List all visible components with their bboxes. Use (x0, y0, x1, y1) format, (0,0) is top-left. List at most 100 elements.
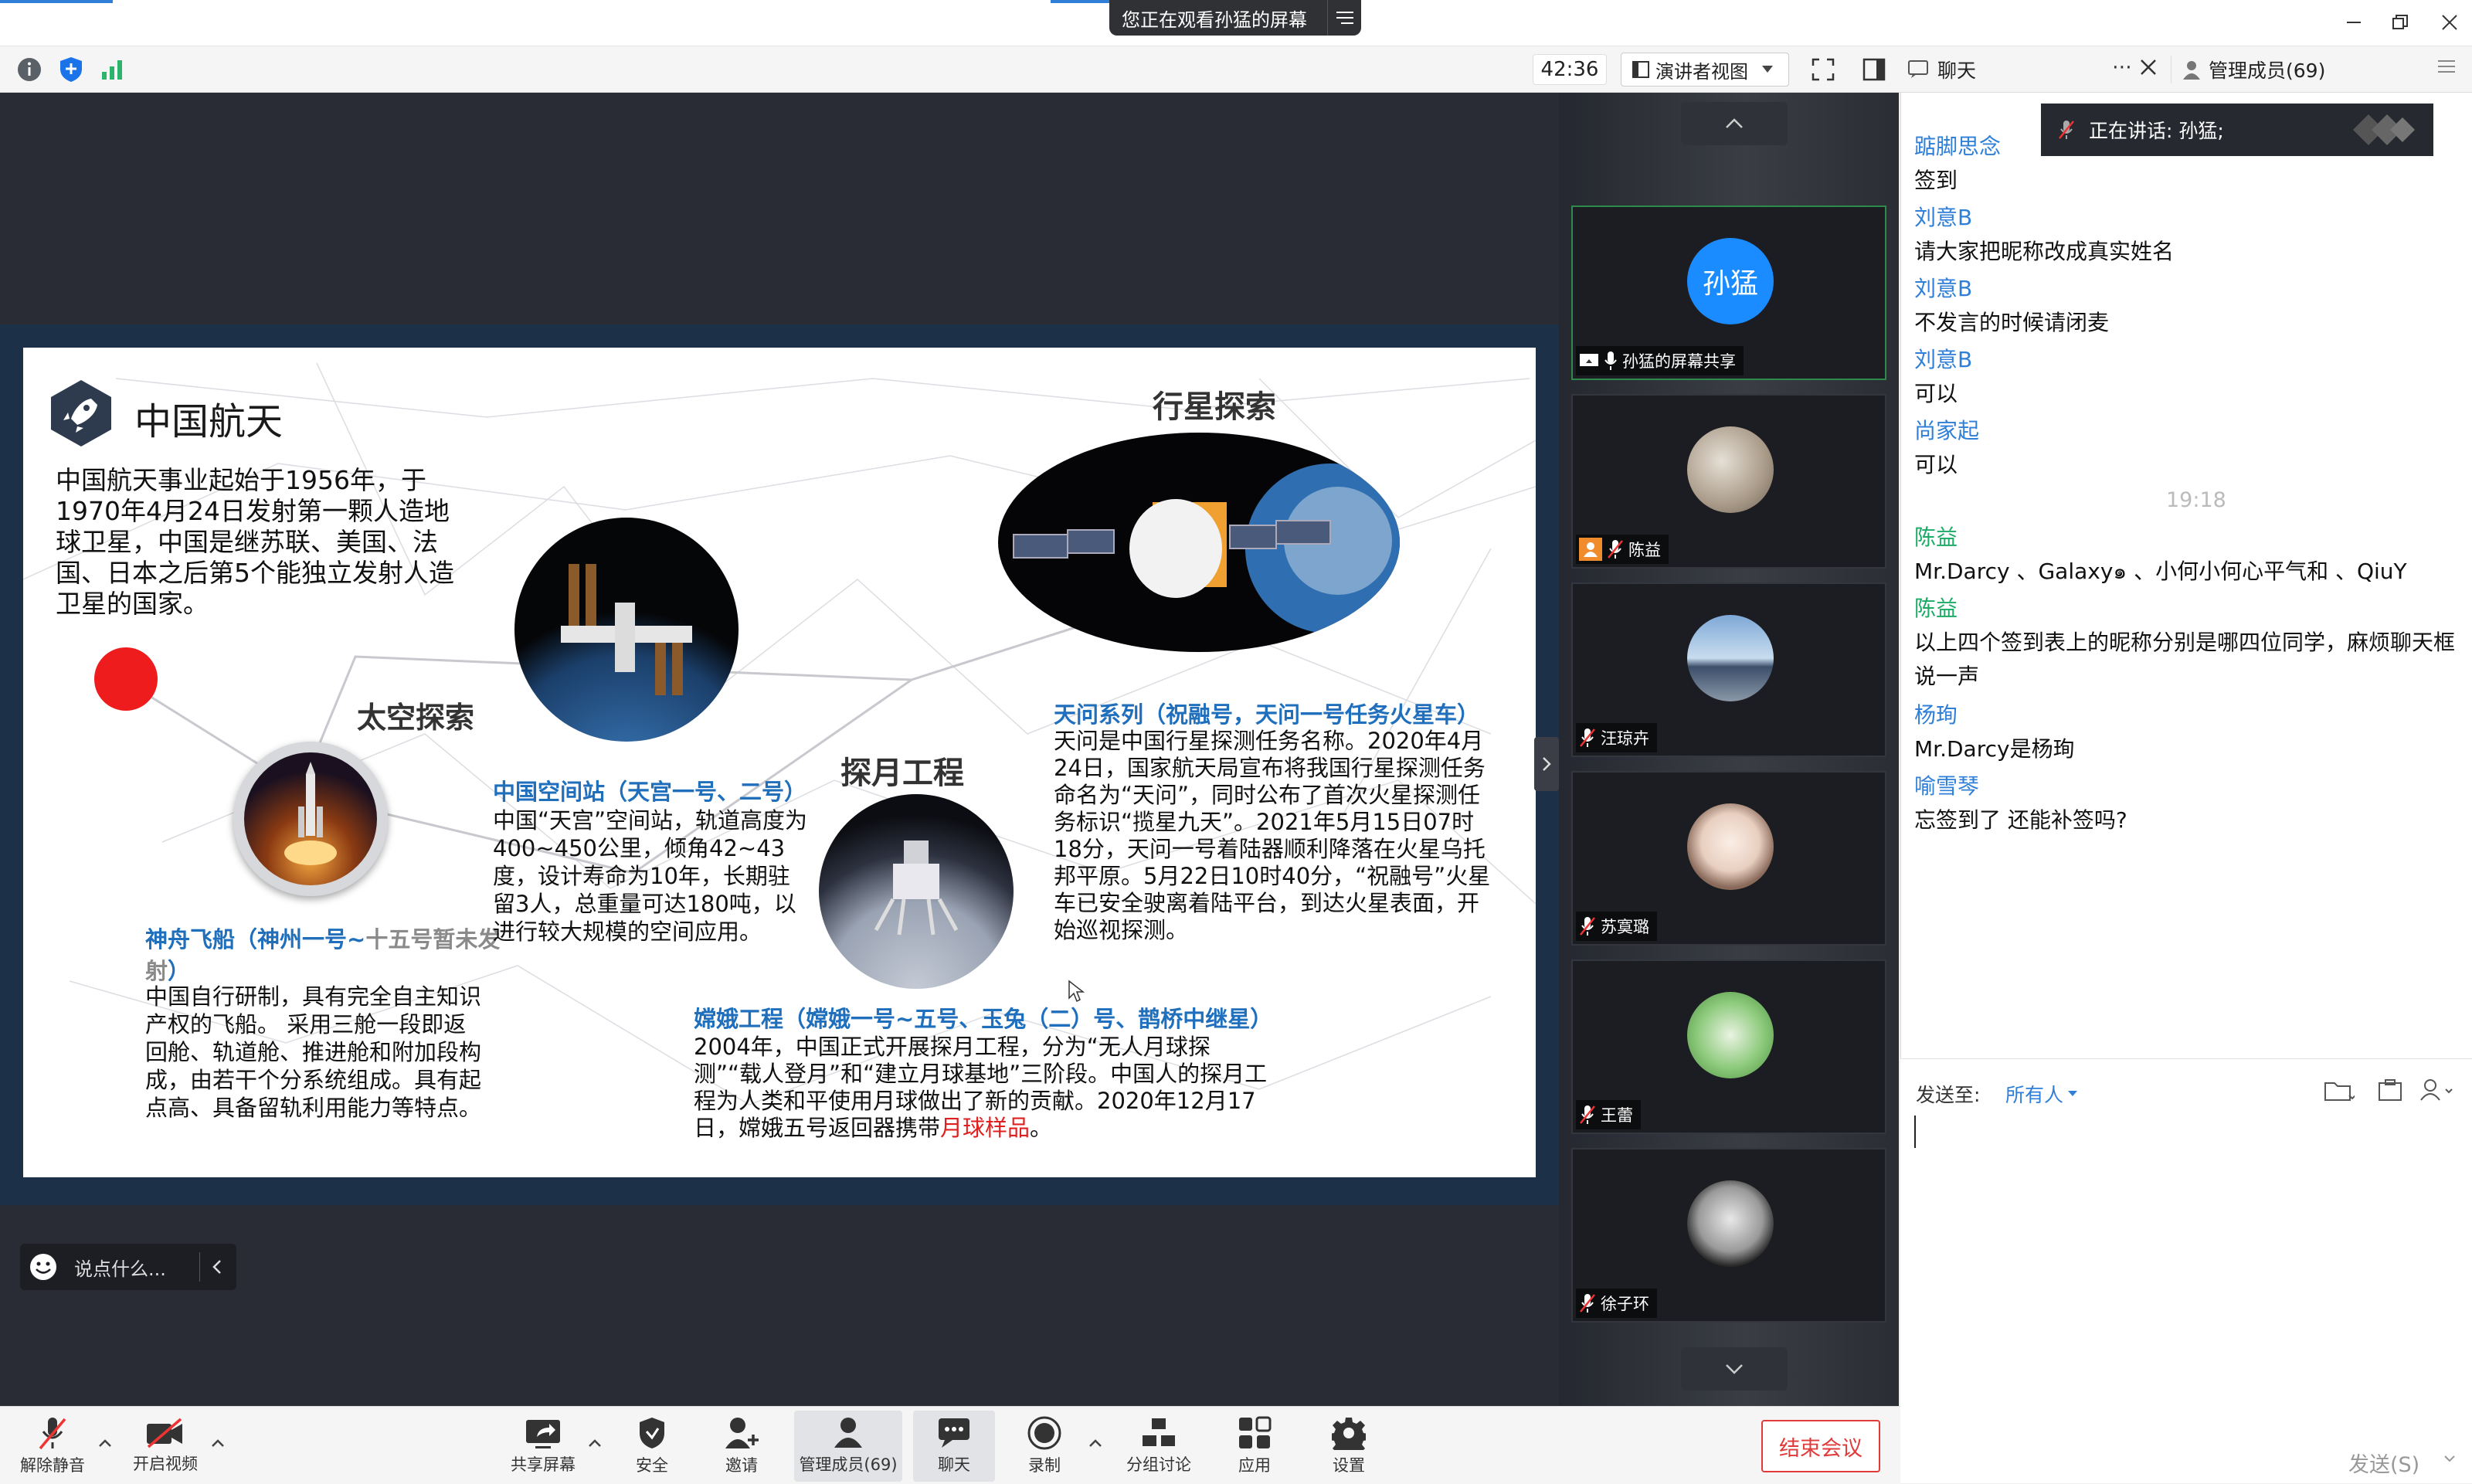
close-icon[interactable] (2432, 5, 2467, 40)
info-icon[interactable] (15, 56, 43, 83)
invite-button[interactable]: 邀请 (711, 1411, 772, 1482)
participant-tile[interactable]: 徐子环 (1571, 1148, 1886, 1323)
apps-button[interactable]: 应用 (1224, 1411, 1285, 1482)
sidebar-toggle-icon[interactable] (1860, 56, 1888, 83)
screen-share-icon (1579, 352, 1599, 369)
title-accent (0, 0, 113, 3)
avatar (1687, 992, 1774, 1078)
caret-up-icon[interactable] (1086, 1434, 1105, 1452)
shenzhou-title-end: ） (168, 958, 191, 984)
screenshot-icon[interactable] (2378, 1078, 2402, 1102)
tab-members-label: 管理成员(69) (2209, 59, 2326, 82)
station-body: 中国“天宫”空间站，轨道高度为400~450公里，倾角42~43度，设计寿命为1… (493, 807, 808, 945)
end-meeting-button[interactable]: 结束会议 (1761, 1420, 1880, 1472)
manage-members-button[interactable]: 管理成员(69) (794, 1411, 902, 1482)
rocket-logo-icon (46, 379, 116, 448)
share-banner[interactable]: 您正在观看孙猛的屏幕 (1109, 0, 1361, 36)
station-title: 中国空间站（天宫一号、二号） (493, 779, 807, 805)
space-station-image (514, 518, 739, 742)
chevron-down-icon[interactable] (1681, 1347, 1788, 1391)
person-settings-icon[interactable] (2419, 1078, 2457, 1102)
video-chat-input[interactable]: 说点什么... (20, 1244, 236, 1290)
share-banner-text: 您正在观看孙猛的屏幕 (1122, 8, 1307, 31)
participant-tile[interactable]: 王蕾 (1571, 959, 1886, 1134)
breakout-button[interactable]: 分组讨论 (1119, 1411, 1199, 1482)
red-dot (94, 647, 158, 711)
chat-sender: 刘意B (1914, 205, 1973, 230)
participant-tile[interactable]: 汪琼卉 (1571, 582, 1886, 757)
record-button[interactable]: 录制 (1014, 1411, 1075, 1482)
chat-message: 不发言的时候请闭麦 (1914, 310, 2110, 335)
chat-sender: 陈益 (1914, 596, 1958, 621)
share-screen-button[interactable]: 共享屏幕 (501, 1411, 586, 1482)
send-options-caret[interactable] (2444, 1455, 2455, 1463)
signal-icon[interactable] (99, 56, 127, 83)
members-icon (831, 1417, 865, 1449)
emoji-icon[interactable] (29, 1253, 57, 1281)
caret-up-icon[interactable] (209, 1434, 227, 1452)
moon-lander-image (819, 794, 1014, 989)
chat-input-placeholder[interactable]: 说点什么... (74, 1254, 182, 1281)
menu-icon[interactable] (1327, 0, 1361, 36)
chat-compose-area[interactable] (1900, 1058, 2472, 1483)
chat-sender: 陈益 (1914, 525, 1958, 550)
start-video-button[interactable]: 开启视频 (124, 1411, 207, 1482)
send-button[interactable]: 发送(S) (2348, 1448, 2419, 1478)
minimize-icon[interactable] (2336, 5, 2372, 40)
avatar (1687, 803, 1774, 890)
participant-label: 苏寞璐 (1576, 912, 1657, 941)
unmute-button[interactable]: 解除静音 (12, 1411, 93, 1482)
microphone-icon (1604, 351, 1618, 371)
close-chat-icon[interactable] (2140, 59, 2157, 76)
participant-label: 徐子环 (1576, 1289, 1657, 1318)
shield-icon[interactable] (57, 56, 85, 83)
participant-tile[interactable]: 陈益 (1571, 394, 1886, 569)
mic-muted-icon (1579, 1105, 1596, 1125)
settings-button[interactable]: 设置 (1318, 1411, 1380, 1482)
share-screen-icon (525, 1417, 562, 1449)
caret-up-icon[interactable] (586, 1434, 604, 1452)
more-icon[interactable]: ⋯ (2112, 56, 2132, 79)
settings-label: 设置 (1333, 1456, 1365, 1475)
chat-time-divider: 19:18 (2166, 488, 2226, 512)
shenzhou-body: 中国自行研制，具有完全自主知识产权的飞船。 采用三舱一段即返回舱、轨道舱、推进舱… (145, 983, 482, 1121)
fullscreen-icon[interactable] (1809, 56, 1837, 83)
presentation-slide: 中国航天 中国航天事业起始于1956年，于1970年4月24日发射第一颗人造地球… (23, 348, 1536, 1177)
chat-sender: 刘意B (1914, 347, 1973, 372)
folder-icon[interactable] (2324, 1078, 2355, 1102)
send-to-dropdown[interactable]: 所有人 (2005, 1080, 2078, 1108)
avatar (1687, 1180, 1774, 1267)
tianwen-title: 天问系列（祝融号，天问一号任务火星车） (1054, 701, 1480, 728)
security-button[interactable]: 安全 (621, 1411, 683, 1482)
change-title: 嫦娥工程（嫦娥一号~五号、玉兔（二）号、鹊桥中继星） (694, 1006, 1273, 1032)
participant-tile[interactable]: 苏寞璐 (1571, 771, 1886, 946)
manage-members-label: 管理成员(69) (799, 1455, 898, 1474)
moon-project-heading: 探月工程 (840, 756, 964, 791)
participant-tile[interactable]: 孙猛 孙猛的屏幕共享 (1571, 205, 1886, 380)
view-mode-dropdown[interactable]: 演讲者视图 (1621, 53, 1789, 87)
panel-menu-icon[interactable] (2438, 59, 2455, 74)
restore-icon[interactable] (2382, 5, 2418, 40)
view-mode-label: 演讲者视图 (1655, 60, 1748, 83)
send-to-value: 所有人 (2005, 1084, 2064, 1106)
chevron-right-icon[interactable] (1534, 737, 1559, 791)
chat-button[interactable]: 聊天 (913, 1411, 995, 1482)
chat-sender: 踮脚思念 (1914, 134, 2002, 159)
mouse-cursor-icon (1068, 980, 1085, 1003)
chat-sender: 喻雪琴 (1914, 773, 1980, 799)
tab-members[interactable]: 管理成员(69) (2171, 56, 2426, 83)
participant-name: 汪琼卉 (1601, 729, 1649, 748)
shenzhou-heading: 神舟飞船（神州一号~十五号暂未发射） (145, 925, 501, 989)
layout-icon (1632, 61, 1649, 78)
chevron-left-icon[interactable] (199, 1252, 222, 1282)
mic-muted-icon (1607, 539, 1624, 559)
tab-chat[interactable]: 聊天 (1908, 56, 1976, 83)
share-screen-label: 共享屏幕 (511, 1455, 576, 1474)
chevron-up-icon[interactable] (1681, 102, 1788, 145)
mars-probe-image (998, 433, 1400, 652)
participant-name: 孙猛的屏幕共享 (1622, 352, 1736, 371)
unmute-label: 解除静音 (20, 1456, 85, 1475)
person-icon (2182, 59, 2201, 80)
chat-sender: 刘意B (1914, 276, 1973, 301)
caret-up-icon[interactable] (96, 1434, 114, 1452)
